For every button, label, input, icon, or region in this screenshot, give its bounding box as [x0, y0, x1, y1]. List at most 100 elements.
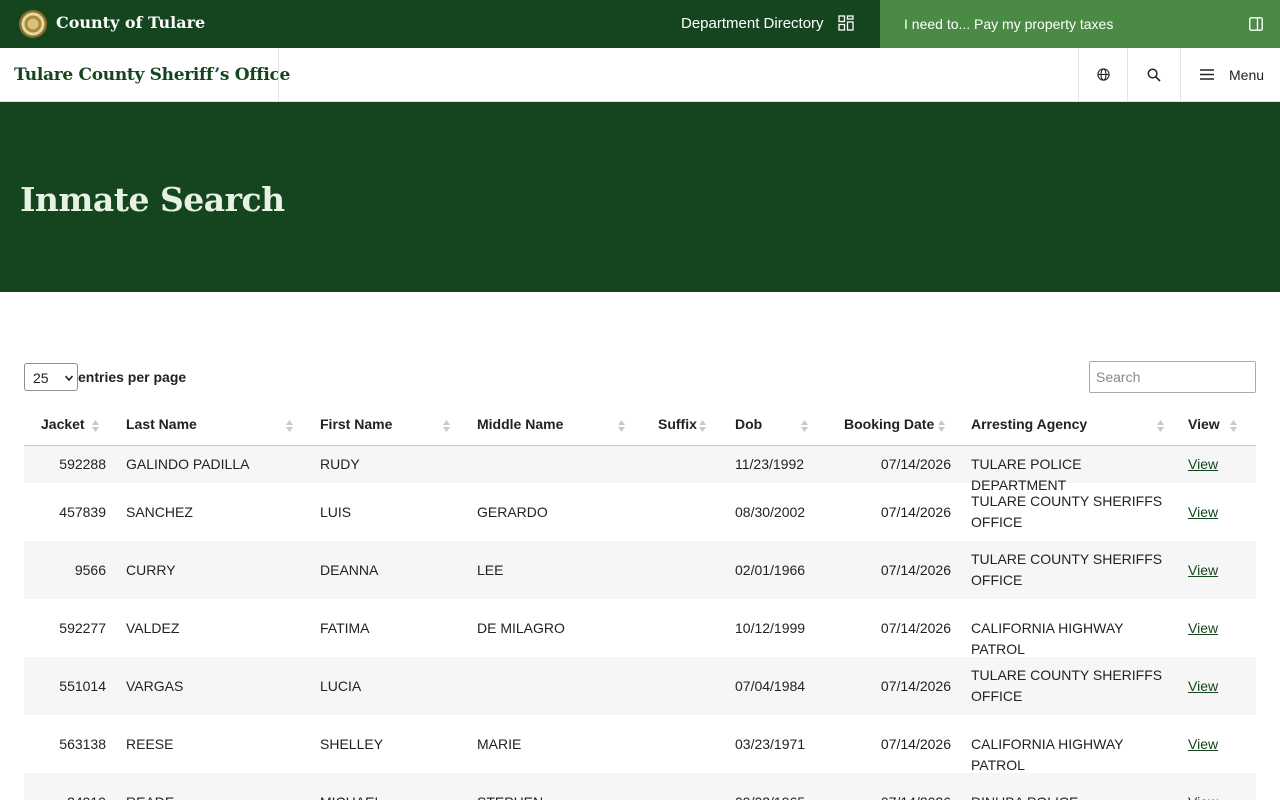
- table-row: 592288 GALINDO PADILLA RUDY 11/23/1992 07/14…: [24, 446, 1256, 493]
- sort-icon[interactable]: [443, 419, 450, 433]
- cell-last: VALDEZ: [126, 620, 180, 636]
- cell-arresting-agency: TULARE COUNTY SHERIFFS OFFICE: [971, 551, 1163, 588]
- cell-dob: 09/02/1965: [735, 792, 805, 800]
- column-header-first-name[interactable]: First Name: [320, 416, 392, 432]
- table-row: 457839 SANCHEZ LUIS GERARDO 08/30/2002 07/14/…: [24, 483, 1256, 541]
- cell-arresting-agency: CALIFORNIA HIGHWAY PATROL: [971, 620, 1124, 657]
- table-row: 24919 READE MICHAEL STEPHEN 09/02/1965 07/14/…: [24, 773, 1256, 800]
- table-header: Jacket Last Name First Name Middle Name Suff…: [24, 404, 1256, 446]
- sort-icon[interactable]: [1157, 419, 1164, 433]
- cell-booking-date: 07/14/2026: [880, 504, 951, 520]
- department-directory-link[interactable]: Department Directory: [681, 15, 824, 32]
- column-header-view[interactable]: View: [1188, 416, 1220, 432]
- cell-jacket: 551014: [59, 678, 106, 694]
- column-header-last-name[interactable]: Last Name: [126, 416, 197, 432]
- cell-middle: GERARDO: [477, 504, 548, 520]
- cell-booking-date: 07/14/2026: [880, 620, 951, 636]
- cell-middle: LEE: [477, 562, 504, 578]
- sort-icon[interactable]: [801, 419, 808, 433]
- view-link[interactable]: View: [1188, 618, 1218, 639]
- search-icon: [1147, 68, 1161, 82]
- cell-dob: 02/01/1966: [735, 562, 806, 578]
- view-link[interactable]: View: [1188, 734, 1218, 755]
- header-search-button[interactable]: [1128, 48, 1180, 101]
- column-header-middle-name[interactable]: Middle Name: [477, 416, 563, 432]
- cell-last: SANCHEZ: [126, 504, 193, 520]
- table-row: 9566 CURRY DEANNA LEE 02/01/1966 07/14/2026 TU…: [24, 541, 1256, 599]
- cell-booking-date: 07/14/2026: [880, 736, 951, 752]
- table-body: 592288 GALINDO PADILLA RUDY 11/23/1992 07/14…: [24, 446, 1256, 800]
- column-header-booking-date[interactable]: Booking Date: [844, 416, 934, 432]
- cell-last: READE: [126, 792, 174, 800]
- cell-booking-date: 07/14/2026: [880, 562, 951, 578]
- view-link[interactable]: View: [1188, 676, 1218, 697]
- cell-first: MICHAEL: [320, 792, 382, 800]
- cell-jacket: 457839: [59, 504, 106, 520]
- cell-jacket: 592288: [59, 456, 106, 472]
- cell-dob: 03/23/1971: [735, 736, 806, 752]
- entries-per-page-value: 25: [33, 370, 49, 386]
- table-row: 563138 REESE SHELLEY MARIE 03/23/1971 07/14/2…: [24, 715, 1256, 773]
- sort-icon[interactable]: [618, 419, 625, 433]
- cell-arresting-agency: TULARE COUNTY SHERIFFS OFFICE: [971, 667, 1163, 704]
- sort-icon[interactable]: [699, 419, 706, 433]
- site-title-link[interactable]: Tulare County Sheriff’s Office: [14, 65, 290, 85]
- sidebar-panel-icon[interactable]: [1249, 17, 1263, 31]
- entries-per-page-select[interactable]: 25: [24, 363, 78, 391]
- cell-booking-date: 07/14/2026: [880, 456, 951, 472]
- county-name-link[interactable]: County of Tulare: [56, 13, 205, 32]
- column-header-dob[interactable]: Dob: [735, 416, 762, 432]
- cell-first: DEANNA: [320, 562, 379, 578]
- cell-first: LUCIA: [320, 678, 362, 694]
- language-button[interactable]: [1079, 48, 1127, 101]
- cell-middle: STEPHEN: [477, 792, 543, 800]
- table-search-input[interactable]: [1089, 361, 1256, 393]
- cell-jacket: 9566: [74, 562, 106, 578]
- cell-dob: 07/04/1984: [735, 678, 806, 694]
- cell-dob: 11/23/1992: [735, 456, 805, 472]
- column-header-arresting-agency[interactable]: Arresting Agency: [971, 416, 1087, 432]
- cell-last: CURRY: [126, 562, 176, 578]
- view-link[interactable]: View: [1188, 792, 1218, 800]
- cell-arresting-agency: CALIFORNIA HIGHWAY PATROL: [971, 736, 1124, 773]
- menu-label: Menu: [1229, 67, 1265, 83]
- grid-icon[interactable]: [838, 15, 854, 31]
- cell-dob: 10/12/1999: [735, 620, 806, 636]
- column-header-jacket[interactable]: Jacket: [41, 416, 85, 432]
- column-header-suffix[interactable]: Suffix: [658, 416, 697, 432]
- cell-arresting-agency: TULARE COUNTY SHERIFFS OFFICE: [971, 493, 1163, 530]
- cell-first: FATIMA: [320, 620, 370, 636]
- chevron-down-icon: [64, 375, 74, 382]
- sort-icon[interactable]: [92, 419, 99, 433]
- site-header: Tulare County Sheriff’s Office Menu: [0, 48, 1280, 102]
- sort-icon[interactable]: [286, 419, 293, 433]
- i-need-to-bar[interactable]: I need to... Pay my property taxes: [880, 0, 1280, 48]
- page-title: Inmate Search: [20, 180, 285, 219]
- sort-icon[interactable]: [1230, 419, 1237, 433]
- cell-booking-date: 07/14/2026: [880, 678, 951, 694]
- cell-last: GALINDO PADILLA: [126, 456, 250, 472]
- cell-middle: MARIE: [477, 736, 522, 752]
- hero-banner: Inmate Search: [0, 102, 1280, 292]
- view-link[interactable]: View: [1188, 502, 1218, 523]
- hamburger-icon: [1200, 69, 1214, 80]
- cell-last: REESE: [126, 736, 174, 752]
- view-link[interactable]: View: [1188, 560, 1218, 581]
- cell-first: RUDY: [320, 456, 360, 472]
- sort-icon[interactable]: [938, 419, 945, 433]
- cell-booking-date: 07/14/2026: [881, 792, 951, 800]
- table-row: 592277 VALDEZ FATIMA DE MILAGRO 10/12/1999 07…: [24, 599, 1256, 657]
- inmate-table: Jacket Last Name First Name Middle Name Suff…: [24, 404, 1256, 800]
- entries-per-page-label: entries per page: [78, 369, 187, 385]
- county-seal-logo[interactable]: [19, 10, 47, 38]
- cell-jacket: 24919: [67, 792, 106, 800]
- view-link[interactable]: View: [1188, 454, 1218, 475]
- i-need-to-text: I need to... Pay my property taxes: [904, 16, 1114, 32]
- top-bar: County of Tulare Department Directory I …: [0, 0, 1280, 48]
- cell-dob: 08/30/2002: [735, 504, 806, 520]
- cell-first: SHELLEY: [320, 736, 384, 752]
- cell-jacket: 563138: [59, 736, 106, 752]
- menu-button[interactable]: Menu: [1181, 48, 1280, 101]
- cell-jacket: 592277: [59, 620, 106, 636]
- cell-last: VARGAS: [126, 678, 184, 694]
